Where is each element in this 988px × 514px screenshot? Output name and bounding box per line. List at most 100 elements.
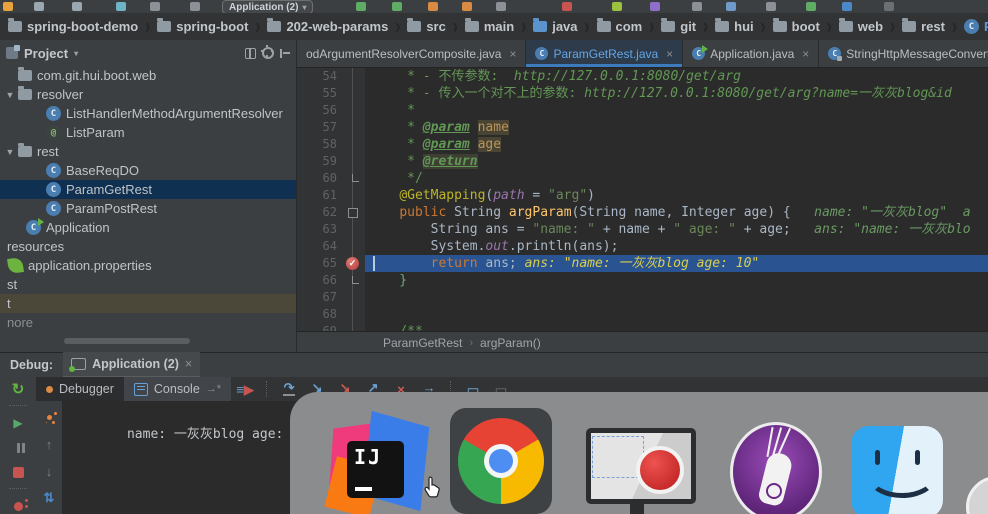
code-line-54[interactable]: 54 * - 不传参数: http://127.0.0.1:8080/get/a… bbox=[297, 68, 988, 85]
fold-gutter[interactable] bbox=[343, 289, 365, 306]
up-stack-icon[interactable]: ↑ bbox=[40, 436, 58, 452]
dock-app-finder[interactable] bbox=[851, 426, 943, 514]
breadcrumb-item-202-web-params[interactable]: 202-web-params bbox=[263, 19, 392, 34]
code-line-64[interactable]: 64 System.out.println(ans); bbox=[297, 238, 988, 255]
fold-gutter[interactable] bbox=[343, 272, 365, 289]
editor-tab-StringHttpMessageConverter.ja[interactable]: CStringHttpMessageConverter.ja bbox=[819, 40, 988, 67]
breadcrumb-item-rest[interactable]: rest bbox=[898, 19, 949, 34]
close-icon[interactable]: × bbox=[509, 47, 516, 61]
editor-tab-odArgumentResolverComposite.java[interactable]: odArgumentResolverComposite.java× bbox=[297, 40, 526, 67]
fold-gutter[interactable] bbox=[343, 68, 365, 85]
step-over-icon[interactable]: ↷ bbox=[277, 382, 301, 396]
fold-gutter[interactable] bbox=[343, 221, 365, 238]
close-icon[interactable]: × bbox=[185, 357, 192, 371]
sync-icon[interactable] bbox=[72, 2, 82, 11]
breadcrumb-item-hui[interactable]: hui bbox=[711, 19, 758, 34]
rerun-debug-icon[interactable]: ↻ bbox=[7, 380, 29, 398]
code-line-63[interactable]: 63 String ans = "name: " + name + " age:… bbox=[297, 221, 988, 238]
settings-icon[interactable] bbox=[262, 47, 274, 59]
dock-app-google-chrome[interactable] bbox=[450, 408, 552, 514]
breakpoint-icon[interactable]: ✓ bbox=[346, 257, 359, 270]
wrench-icon[interactable] bbox=[692, 2, 702, 11]
breadcrumb-method[interactable]: argParam() bbox=[480, 336, 541, 350]
dock-app-intellij-idea[interactable]: IJ bbox=[330, 418, 425, 513]
breadcrumb-item-src[interactable]: src bbox=[403, 19, 450, 34]
editor-tab-Application.java[interactable]: CApplication.java× bbox=[683, 40, 819, 67]
fold-gutter[interactable] bbox=[343, 187, 365, 204]
code-editor[interactable]: 54 * - 不传参数: http://127.0.0.1:8080/get/a… bbox=[297, 68, 988, 331]
code-line-55[interactable]: 55 * - 传入一个对不上的参数: http://127.0.0.1:8080… bbox=[297, 85, 988, 102]
tree-item-BaseReqDO[interactable]: CBaseReqDO bbox=[0, 161, 296, 180]
offline-icon[interactable] bbox=[842, 2, 852, 11]
pause-program-icon[interactable] bbox=[7, 439, 29, 457]
fold-gutter[interactable] bbox=[343, 238, 365, 255]
code-line-58[interactable]: 58 * @param age bbox=[297, 136, 988, 153]
load-state-icon[interactable] bbox=[190, 2, 200, 11]
android-icon[interactable] bbox=[612, 2, 622, 11]
code-line-61[interactable]: 61 @GetMapping(path = "arg") bbox=[297, 187, 988, 204]
tree-item-ListParam[interactable]: @ListParam bbox=[0, 123, 296, 142]
fold-gutter[interactable] bbox=[343, 170, 365, 187]
close-icon[interactable]: × bbox=[666, 47, 673, 61]
fold-gutter[interactable]: ✓ bbox=[343, 255, 365, 272]
dock-app-partial[interactable] bbox=[966, 476, 988, 514]
tree-item-ListHandlerMethodArgumentResolver[interactable]: CListHandlerMethodArgumentResolver bbox=[0, 104, 296, 123]
code-line-66[interactable]: 66 } bbox=[297, 272, 988, 289]
save-icon[interactable] bbox=[34, 2, 44, 11]
tree-item-Application[interactable]: CApplication bbox=[0, 218, 296, 237]
tree-item-st[interactable]: st bbox=[0, 275, 296, 294]
project-panel-title[interactable]: Project bbox=[24, 46, 68, 61]
debug-session-tab[interactable]: Application (2) × bbox=[63, 352, 200, 378]
show-execution-point-icon[interactable]: ≡▶ bbox=[233, 384, 257, 395]
breadcrumb-item-com[interactable]: com bbox=[593, 19, 647, 34]
debug-icon[interactable] bbox=[392, 2, 402, 11]
code-line-65[interactable]: 65✓ return ans; ans: "name: 一灰灰blog age:… bbox=[297, 255, 988, 272]
code-line-69[interactable]: 69 /** bbox=[297, 323, 988, 331]
horizontal-scrollbar[interactable] bbox=[64, 338, 190, 344]
fold-gutter[interactable] bbox=[343, 85, 365, 102]
breadcrumb-item-boot[interactable]: boot bbox=[769, 19, 824, 34]
breadcrumb-item-main[interactable]: main bbox=[461, 19, 518, 34]
profiler-icon[interactable] bbox=[462, 2, 472, 11]
breadcrumb-item-web[interactable]: web bbox=[835, 19, 887, 34]
tree-item-ParamGetRest[interactable]: CParamGetRest bbox=[0, 180, 296, 199]
view-breakpoints-icon[interactable] bbox=[7, 497, 29, 514]
down-stack-icon[interactable]: ↓ bbox=[40, 463, 58, 479]
fold-gutter[interactable] bbox=[343, 102, 365, 119]
run-configuration-dropdown[interactable]: Application (2) ▾ bbox=[222, 0, 313, 14]
code-line-68[interactable]: 68 bbox=[297, 306, 988, 323]
breadcrumb-item-java[interactable]: java bbox=[529, 19, 581, 34]
chevron-expanded-icon[interactable]: ▼ bbox=[2, 147, 18, 157]
breadcrumb-item-git[interactable]: git bbox=[657, 19, 700, 34]
pin-output-icon[interactable]: →* bbox=[206, 383, 221, 395]
dock-app-purple[interactable] bbox=[730, 422, 822, 514]
scroll-to-end-icon[interactable]: ⇅ bbox=[40, 490, 58, 506]
fold-gutter[interactable] bbox=[343, 306, 365, 323]
code-line-56[interactable]: 56 * bbox=[297, 102, 988, 119]
code-line-62[interactable]: 62 public String argParam(String name, I… bbox=[297, 204, 988, 221]
code-line-59[interactable]: 59 * @return bbox=[297, 153, 988, 170]
tree-item-nore[interactable]: nore bbox=[0, 313, 296, 332]
dotted-run-icon[interactable] bbox=[496, 2, 506, 11]
fold-gutter[interactable] bbox=[343, 119, 365, 136]
resume-program-icon[interactable]: ▶ bbox=[7, 414, 29, 432]
tree-item-resolver[interactable]: ▼resolver bbox=[0, 85, 296, 104]
back-icon[interactable] bbox=[116, 2, 126, 11]
save-all-icon[interactable] bbox=[766, 2, 776, 11]
code-line-60[interactable]: 60 */ bbox=[297, 170, 988, 187]
debug-tab-Debugger[interactable]: Debugger bbox=[36, 377, 124, 401]
fold-gutter[interactable] bbox=[343, 204, 365, 221]
coverage-icon[interactable] bbox=[428, 2, 438, 11]
hide-panel-icon[interactable] bbox=[280, 49, 290, 58]
collapse-all-icon[interactable] bbox=[245, 48, 256, 59]
code-line-67[interactable]: 67 bbox=[297, 289, 988, 306]
forward-icon[interactable] bbox=[150, 2, 160, 11]
menu-partial-icon[interactable] bbox=[3, 2, 13, 11]
console-settings-icon[interactable] bbox=[40, 409, 58, 425]
debug-tab-Console[interactable]: Console→* bbox=[124, 377, 231, 401]
tree-item-com.git.hui.boot.web[interactable]: com.git.hui.boot.web bbox=[0, 66, 296, 85]
tree-item-application.properties[interactable]: application.properties bbox=[0, 256, 296, 275]
stop-icon[interactable] bbox=[562, 2, 572, 11]
structure-icon[interactable] bbox=[726, 2, 736, 11]
tree-item-resources[interactable]: resources bbox=[0, 237, 296, 256]
